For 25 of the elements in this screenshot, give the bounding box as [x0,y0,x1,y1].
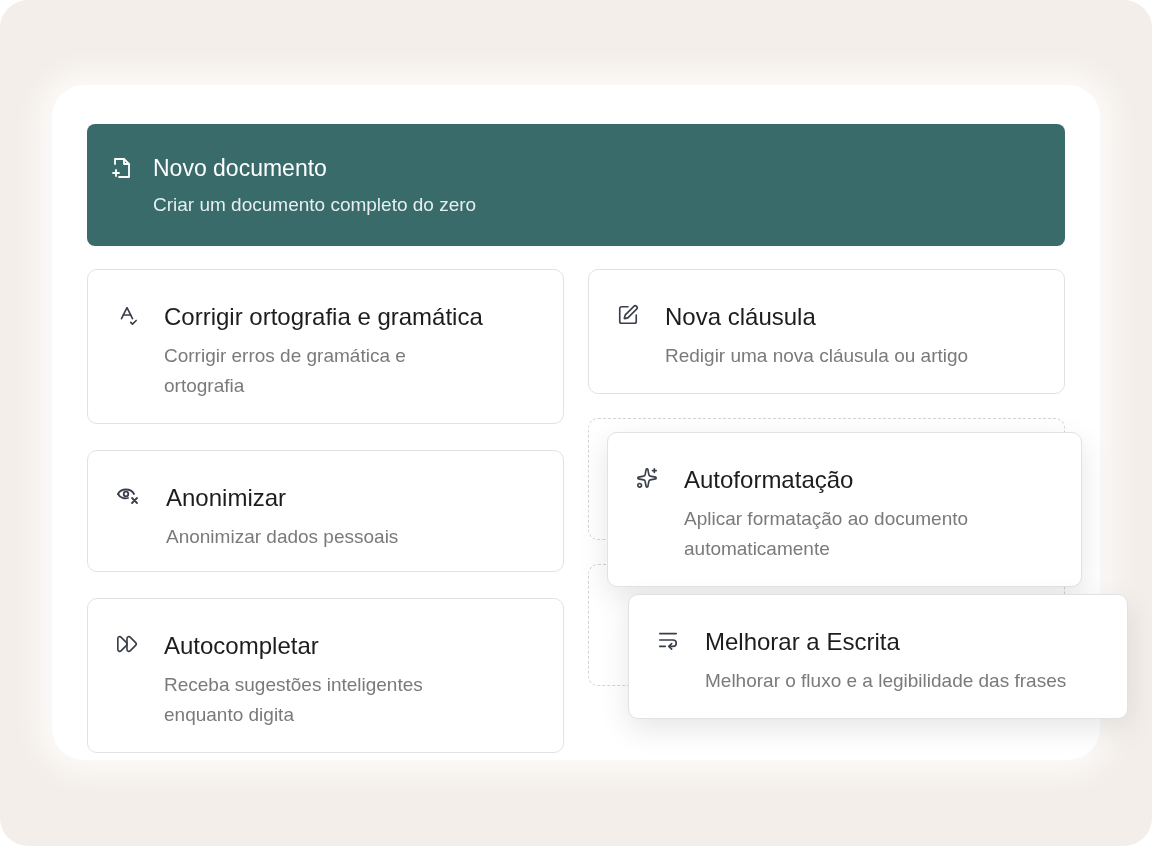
card-description: Anonimizar dados pessoais [166,525,399,549]
featured-description: Criar um documento completo do zero [153,193,477,217]
card-title: Anonimizar [166,484,288,512]
card-description: Receba sugestões inteligentes enquanto digita [164,673,424,727]
action-card[interactable]: Corrigir ortografia e gramática Corrigir erros de gramática e ortografia [87,269,564,424]
fast-forward-icon [116,633,138,655]
featured-title: Novo documento [153,154,328,182]
sparkles-icon [636,467,658,489]
action-card[interactable]: Autoformatação Aplicar formatação ao documento automaticamente [607,432,1082,587]
card-description: Redigir uma nova cláusula ou artigo [665,344,969,368]
action-card[interactable]: Anonimizar Anonimizar dados pessoais [87,450,564,572]
card-description: Corrigir erros de gramática e ortografia [164,344,407,398]
card-description: Aplicar formatação ao documento automaticamente [684,507,970,561]
card-title: Corrigir ortografia e gramática [164,303,483,331]
card-description: Melhorar o fluxo e a legibilidade das frases [705,669,1067,693]
card-title: Autocompletar [164,632,320,660]
card-title: Autoformatação [684,466,855,494]
action-card[interactable]: Nova cláusula Redigir uma nova cláusula ou artigo [588,269,1065,394]
file-plus-icon [111,156,133,180]
featured-card[interactable]: Novo documento Criar um documento completo do zero [87,124,1065,246]
action-card[interactable]: Autocompletar Receba sugestões inteligentes enquanto digita [87,598,564,753]
card-title: Melhorar a Escrita [705,628,901,656]
card-title: Nova cláusula [665,303,817,331]
action-card[interactable]: Melhorar a Escrita Melhorar o fluxo e a legibilidade das frases [628,594,1128,719]
pen-square-icon [617,304,639,326]
